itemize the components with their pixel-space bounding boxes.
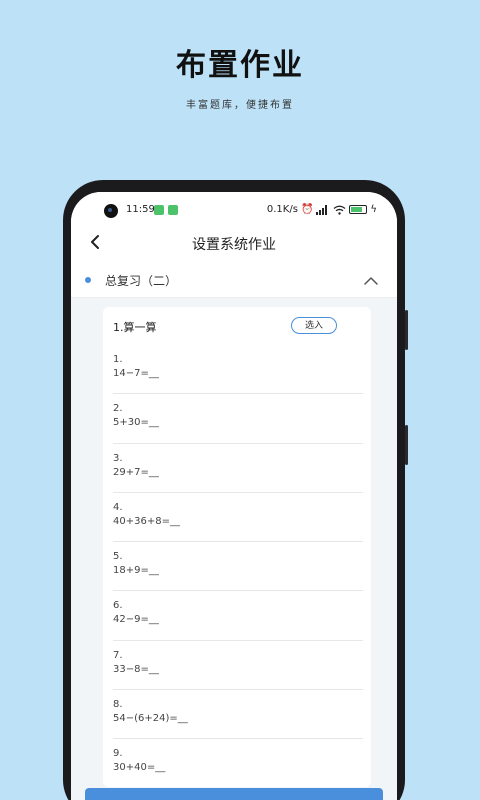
question-item: 9. 30+40=__ <box>113 739 363 787</box>
question-expression: 42−9=__ <box>113 614 159 626</box>
camera-icon <box>104 204 118 218</box>
question-expression: 5+30=__ <box>113 417 159 429</box>
section-header[interactable]: 总复习（二） <box>71 262 397 298</box>
app-notification-icon <box>154 205 164 215</box>
exercise-card: 1.算一算 选入 1. 14−7=__ 2. 5+30=__ 3. 29+7=__ 4. 40… <box>103 307 371 787</box>
question-expression: 14−7=__ <box>113 368 159 379</box>
bottom-action-button[interactable] <box>85 788 383 800</box>
question-number: 4. <box>113 501 123 513</box>
status-right: 0.1K/s ⏰ ϟ <box>267 204 377 215</box>
question-item: 5. 18+9=__ <box>113 542 363 592</box>
section-title: 总复习（二） <box>105 274 178 288</box>
question-list: 1. 14−7=__ 2. 5+30=__ 3. 29+7=__ 4. 40+36+8=__ 5… <box>113 345 363 787</box>
question-number: 3. <box>113 452 123 464</box>
question-expression: 54−(6+24)=__ <box>113 713 188 725</box>
question-item: 2. 5+30=__ <box>113 394 363 444</box>
alarm-icon: ⏰ <box>300 204 314 215</box>
signal-icon <box>316 204 328 215</box>
question-item: 8. 54−(6+24)=__ <box>113 690 363 740</box>
page-title: 设置系统作业 <box>192 237 276 253</box>
promo-subtitle: 丰富题库，便捷布置 <box>186 100 294 111</box>
question-number: 2. <box>113 403 123 415</box>
question-number: 7. <box>113 649 123 661</box>
app-notification-icon <box>168 205 178 215</box>
select-button[interactable]: 选入 <box>291 317 337 334</box>
question-number: 9. <box>113 748 123 760</box>
charging-icon: ϟ <box>370 204 377 215</box>
question-item: 4. 40+36+8=__ <box>113 493 363 543</box>
card-header: 1.算一算 选入 <box>113 317 361 339</box>
question-item: 6. 42−9=__ <box>113 591 363 641</box>
section-dot-icon <box>85 277 91 283</box>
promo-title: 布置作业 <box>176 48 304 83</box>
question-item: 3. 29+7=__ <box>113 444 363 493</box>
net-speed: 0.1K/s <box>266 204 298 215</box>
question-expression: 33−8=__ <box>113 663 159 675</box>
wifi-icon <box>333 205 346 215</box>
volume-button <box>405 310 408 350</box>
question-item: 7. 33−8=__ <box>113 641 363 691</box>
question-expression: 40+36+8=__ <box>113 515 180 527</box>
phone-screen: 11:59 0.1K/s ⏰ ϟ 设置系统作业 总复习（二） 1.算一算 选入 … <box>71 192 397 800</box>
question-number: 8. <box>113 699 123 711</box>
question-number: 5. <box>113 551 123 563</box>
status-time: 11:59 <box>126 204 155 215</box>
power-button <box>405 425 408 465</box>
question-number: 6. <box>113 600 123 612</box>
phone-frame: 11:59 0.1K/s ⏰ ϟ 设置系统作业 总复习（二） 1.算一算 选入 … <box>63 180 408 800</box>
card-title: 1.算一算 <box>113 321 157 334</box>
question-item: 1. 14−7=__ <box>113 345 363 395</box>
battery-fill <box>351 207 362 212</box>
battery-icon <box>349 205 368 214</box>
question-expression: 29+7=__ <box>113 466 159 478</box>
chevron-up-icon[interactable] <box>363 274 379 286</box>
question-number: 1. <box>113 354 123 365</box>
status-bar: 11:59 0.1K/s ⏰ ϟ <box>71 192 397 222</box>
app-header: 设置系统作业 <box>71 222 397 262</box>
question-expression: 18+9=__ <box>113 565 159 577</box>
question-expression: 30+40=__ <box>113 762 166 774</box>
